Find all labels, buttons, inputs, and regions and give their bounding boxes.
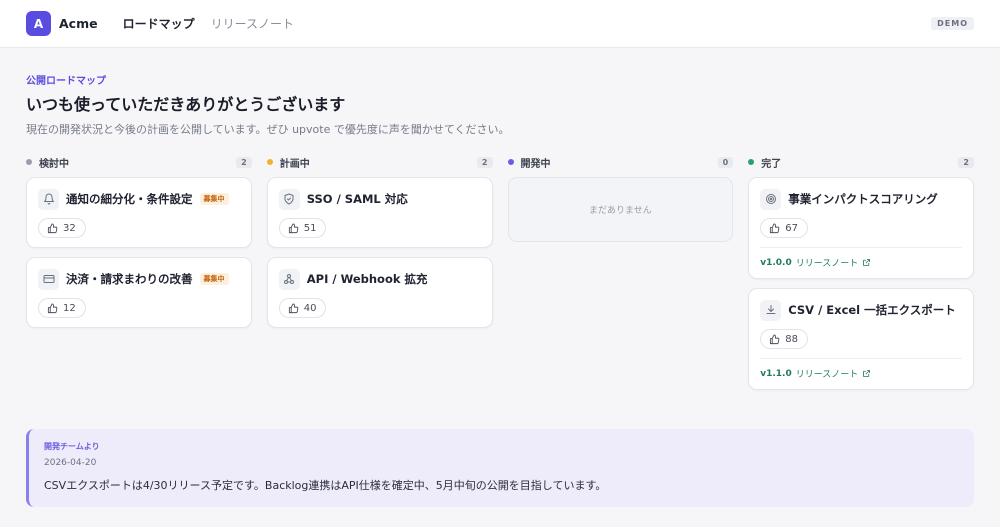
vote-count: 40 (303, 302, 317, 314)
column-count: 2 (476, 156, 493, 168)
upvote-button[interactable]: 32 (38, 218, 86, 238)
release-note-link[interactable]: v1.0.0 リリースノート (760, 256, 962, 269)
vote-count: 32 (63, 222, 76, 234)
roadmap-card[interactable]: API / Webhook 拡充 40 (266, 257, 493, 328)
card-title: CSV / Excel 一括エクスポート (788, 303, 956, 317)
column-count: 2 (958, 156, 974, 168)
status-dot (507, 159, 514, 165)
thumbs-up-icon (47, 302, 58, 314)
column-count: 0 (717, 156, 734, 168)
column-header: 計画中 2 (266, 155, 493, 170)
card-divider (760, 358, 962, 359)
team-note-body: CSVエクスポートは4/30リリース予定です。Backlog連携はAPI仕様を確… (44, 479, 607, 492)
eyebrow-label: 公開ロードマップ (26, 76, 106, 87)
team-note: 開発チームより 2026-04-20 CSVエクスポートは4/30リリース予定で… (26, 429, 974, 507)
team-note-label: 開発チームより (44, 442, 100, 451)
main-nav: ロードマップ リリースノート (123, 15, 294, 32)
page-description: 現在の開発状況と今後の計画を公開しています。ぜひ upvote で優先度に声を聞… (26, 123, 510, 136)
version-label: v1.0.0 (760, 257, 792, 268)
release-note-label: リリースノート (795, 259, 859, 269)
column-header: 開発中 0 (507, 155, 734, 170)
thumbs-up-icon (769, 333, 780, 345)
column-title: 検討中 (39, 158, 69, 170)
nav-roadmap[interactable]: ロードマップ (123, 15, 195, 32)
thumbs-up-icon (769, 222, 780, 234)
app-header: A Acme ロードマップ リリースノート DEMO (0, 0, 1000, 48)
status-dot (266, 159, 273, 165)
upvote-button[interactable]: 51 (278, 218, 327, 238)
brand-name: Acme (59, 16, 98, 31)
card-title: API / Webhook 拡充 (306, 272, 428, 286)
release-note-label: リリースノート (795, 370, 859, 380)
version-label: v1.1.0 (760, 368, 792, 379)
column-header: 検討中 2 (26, 155, 252, 170)
column-3: 完了 2 事業インパクトスコアリング 67 v1.0.0 リリースノート CSV / Exc… (748, 155, 974, 399)
thumbs-up-icon (288, 302, 299, 314)
roadmap-board: 検討中 2 通知の細分化・条件設定 募集中 32 決済・請求まわりの改善 募集中 12 計画中 2… (0, 155, 1000, 399)
intro-section: 公開ロードマップ いつも使っていただきありがとうございます 現在の開発状況と今後… (0, 48, 1000, 137)
card-title: 事業インパクトスコアリング (788, 192, 938, 206)
status-dot (748, 159, 755, 165)
card-title: 通知の細分化・条件設定 (66, 192, 193, 206)
release-note-link[interactable]: v1.1.0 リリースノート (760, 367, 962, 380)
page-title: いつも使っていただきありがとうございます (26, 95, 346, 114)
column-2: 開発中 0 まだありません (507, 155, 734, 399)
nav-release-notes[interactable]: リリースノート (211, 15, 294, 32)
column-count: 2 (236, 156, 252, 168)
upvote-button[interactable]: 88 (760, 329, 808, 349)
column-0: 検討中 2 通知の細分化・条件設定 募集中 32 決済・請求まわりの改善 募集中 12 (26, 155, 252, 399)
thumbs-up-icon (47, 222, 58, 234)
vote-count: 12 (63, 302, 76, 314)
webhook-icon (278, 268, 300, 290)
download-icon (760, 299, 782, 321)
upvote-button[interactable]: 12 (38, 298, 86, 318)
roadmap-card[interactable]: 通知の細分化・条件設定 募集中 32 (26, 177, 252, 248)
roadmap-card[interactable]: SSO / SAML 対応 51 (266, 177, 493, 248)
column-title: 開発中 (520, 158, 551, 170)
upvote-button[interactable]: 67 (760, 218, 808, 238)
column-title: 完了 (761, 158, 782, 170)
thumbs-up-icon (288, 222, 299, 234)
external-link-icon (862, 369, 871, 378)
card-title: 決済・請求まわりの改善 (66, 272, 193, 286)
card-divider (760, 247, 962, 248)
shield-icon (278, 188, 300, 210)
column-title: 計画中 (279, 158, 310, 170)
vote-count: 88 (785, 333, 798, 345)
logo[interactable]: A (26, 11, 51, 36)
vote-count: 67 (785, 222, 798, 234)
column-header: 完了 2 (748, 155, 974, 170)
credit-card-icon (38, 268, 59, 290)
roadmap-card[interactable]: 決済・請求まわりの改善 募集中 12 (26, 257, 252, 328)
card-title: SSO / SAML 対応 (306, 192, 408, 206)
roadmap-card[interactable]: CSV / Excel 一括エクスポート 88 v1.1.0 リリースノート (748, 288, 974, 390)
status-dot (26, 159, 32, 165)
recruiting-badge: 募集中 (199, 273, 229, 285)
external-link-icon (862, 258, 871, 267)
recruiting-badge: 募集中 (199, 193, 229, 205)
demo-badge: DEMO (931, 17, 974, 30)
vote-count: 51 (303, 222, 317, 234)
target-icon (760, 188, 782, 210)
team-note-date: 2026-04-20 (44, 458, 97, 468)
bell-icon (38, 188, 59, 210)
empty-state: まだありません (507, 177, 734, 242)
upvote-button[interactable]: 40 (278, 298, 327, 318)
roadmap-card[interactable]: 事業インパクトスコアリング 67 v1.0.0 リリースノート (748, 177, 974, 279)
column-1: 計画中 2 SSO / SAML 対応 51 API / Webhook 拡充 40 (266, 155, 493, 399)
